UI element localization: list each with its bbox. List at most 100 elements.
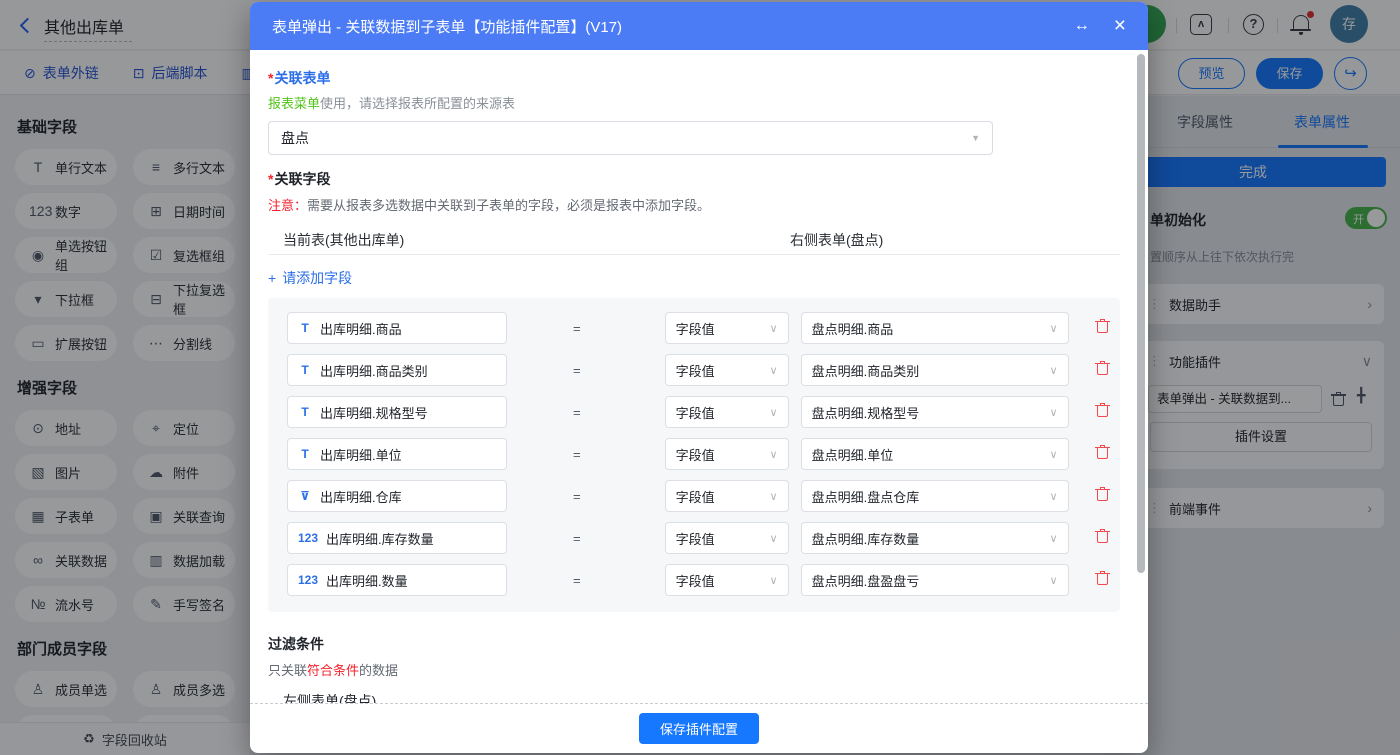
field-type-icon: 123 xyxy=(298,531,318,545)
right-field-select[interactable]: 盘点明细.单位 ∨ xyxy=(801,438,1069,470)
field-type-icon: 123 xyxy=(298,573,318,587)
equals-sign: = xyxy=(573,405,581,420)
related-fields-note: 注意：需要从报表多选数据中关联到子表单的字段，必须是报表中添加字段。 xyxy=(268,195,1120,214)
chevron-icon: ∨ xyxy=(1050,490,1058,503)
field-mapping-list: T 出库明细.商品 = 字段值 ∨ 盘点明细.商品 ∨ T xyxy=(268,298,1120,612)
field-mapping-row: 123 出库明细.数量 = 字段值 ∨ 盘点明细.盘盈盘亏 ∨ xyxy=(287,564,1120,596)
left-field-value: 出库明细.规格型号 xyxy=(320,403,428,422)
add-field-link[interactable]: + 请添加字段 xyxy=(268,268,352,288)
chevron-icon: ∨ xyxy=(770,448,778,461)
required-mark: * xyxy=(268,70,273,86)
right-field-select[interactable]: 盘点明细.库存数量 ∨ xyxy=(801,522,1069,554)
left-field-input[interactable]: ⊽ 出库明细.仓库 xyxy=(287,480,507,512)
right-field-value: 盘点明细.盘盈盘亏 xyxy=(812,571,920,590)
left-field-input[interactable]: T 出库明细.单位 xyxy=(287,438,507,470)
right-field-select[interactable]: 盘点明细.商品 ∨ xyxy=(801,312,1069,344)
field-mapping-row: T 出库明细.规格型号 = 字段值 ∨ 盘点明细.规格型号 ∨ xyxy=(287,396,1120,428)
field-type-icon: T xyxy=(298,321,312,335)
plus-icon: + xyxy=(268,270,276,286)
left-field-input[interactable]: T 出库明细.商品类别 xyxy=(287,354,507,386)
left-field-input[interactable]: 123 出库明细.库存数量 xyxy=(287,522,507,554)
right-field-select[interactable]: 盘点明细.盘点仓库 ∨ xyxy=(801,480,1069,512)
close-icon[interactable]: × xyxy=(1114,16,1126,36)
right-field-select[interactable]: 盘点明细.规格型号 ∨ xyxy=(801,396,1069,428)
right-field-value: 盘点明细.单位 xyxy=(812,445,894,464)
value-type-value: 字段值 xyxy=(676,361,715,380)
equals-sign: = xyxy=(573,531,581,546)
delete-row-icon[interactable] xyxy=(1096,571,1109,590)
delete-row-icon[interactable] xyxy=(1096,361,1109,380)
value-type-select[interactable]: 字段值 ∨ xyxy=(665,312,789,344)
column-left-header: 当前表(其他出库单) xyxy=(283,230,404,250)
plugin-config-modal: 表单弹出 - 关联数据到子表单【功能插件配置】(V17) ↔ × *关联表单 报… xyxy=(250,2,1148,753)
chevron-icon: ∨ xyxy=(1050,322,1058,335)
modal-header: 表单弹出 - 关联数据到子表单【功能插件配置】(V17) ↔ × xyxy=(250,2,1148,50)
field-type-icon: ⊽ xyxy=(298,489,312,503)
chevron-icon: ∨ xyxy=(770,364,778,377)
column-right-header: 右侧表单(盘点) xyxy=(790,230,883,250)
chevron-icon: ∨ xyxy=(1050,406,1058,419)
delete-row-icon[interactable] xyxy=(1096,487,1109,506)
source-form-select[interactable]: 盘点 ▼ xyxy=(268,121,993,155)
field-type-icon: T xyxy=(298,405,312,419)
chevron-icon: ∨ xyxy=(770,532,778,545)
chevron-icon: ∨ xyxy=(770,406,778,419)
mapping-column-headers: 当前表(其他出库单) 右侧表单(盘点) xyxy=(268,230,1120,247)
right-field-select[interactable]: 盘点明细.商品类别 ∨ xyxy=(801,354,1069,386)
right-field-value: 盘点明细.商品类别 xyxy=(812,361,920,380)
related-form-hint: 报表菜单使用，请选择报表所配置的来源表 xyxy=(268,93,1120,112)
delete-row-icon[interactable] xyxy=(1096,403,1109,422)
value-type-value: 字段值 xyxy=(676,403,715,422)
value-type-select[interactable]: 字段值 ∨ xyxy=(665,522,789,554)
modal-scrollbar-thumb[interactable] xyxy=(1137,54,1145,573)
delete-row-icon[interactable] xyxy=(1096,445,1109,464)
filter-condition-desc: 只关联符合条件的数据 xyxy=(268,660,1120,679)
chevron-icon: ∨ xyxy=(1050,448,1058,461)
left-field-input[interactable]: 123 出库明细.数量 xyxy=(287,564,507,596)
field-mapping-row: T 出库明细.商品类别 = 字段值 ∨ 盘点明细.商品类别 ∨ xyxy=(287,354,1120,386)
equals-sign: = xyxy=(573,573,581,588)
related-form-label: *关联表单 xyxy=(268,68,1120,88)
form-designer-page: 其他出库单 ʌ ? 存 ⊘ 表单外链 ⊡ 后端脚本 ▥ 预览 保存 xyxy=(0,0,1400,755)
left-field-value: 出库明细.仓库 xyxy=(320,487,402,506)
equals-sign: = xyxy=(573,489,581,504)
value-type-select[interactable]: 字段值 ∨ xyxy=(665,480,789,512)
equals-sign: = xyxy=(573,321,581,336)
delete-row-icon[interactable] xyxy=(1096,319,1109,338)
filter-condition-link[interactable]: 符合条件 xyxy=(307,663,359,678)
value-type-select[interactable]: 字段值 ∨ xyxy=(665,438,789,470)
value-type-value: 字段值 xyxy=(676,319,715,338)
save-plugin-config-button[interactable]: 保存插件配置 xyxy=(639,713,759,744)
hint-rest-text: 使用，请选择报表所配置的来源表 xyxy=(320,96,515,111)
left-field-value: 出库明细.商品 xyxy=(320,319,402,338)
right-field-value: 盘点明细.商品 xyxy=(812,319,894,338)
filter-pre: 只关联 xyxy=(268,663,307,678)
left-field-input[interactable]: T 出库明细.商品 xyxy=(287,312,507,344)
value-type-value: 字段值 xyxy=(676,571,715,590)
expand-icon[interactable]: ↔ xyxy=(1074,17,1090,35)
right-field-value: 盘点明细.规格型号 xyxy=(812,403,920,422)
modal-body: *关联表单 报表菜单使用，请选择报表所配置的来源表 盘点 ▼ *关联字段 注意：… xyxy=(250,50,1148,703)
modal-title: 表单弹出 - 关联数据到子表单【功能插件配置】(V17) xyxy=(272,16,1074,37)
chevron-icon: ∨ xyxy=(770,574,778,587)
left-field-value: 出库明细.库存数量 xyxy=(326,529,434,548)
left-field-input[interactable]: T 出库明细.规格型号 xyxy=(287,396,507,428)
right-field-select[interactable]: 盘点明细.盘盈盘亏 ∨ xyxy=(801,564,1069,596)
field-type-icon: T xyxy=(298,447,312,461)
value-type-select[interactable]: 字段值 ∨ xyxy=(665,564,789,596)
delete-row-icon[interactable] xyxy=(1096,529,1109,548)
field-mapping-row: 123 出库明细.库存数量 = 字段值 ∨ 盘点明细.库存数量 ∨ xyxy=(287,522,1120,554)
equals-sign: = xyxy=(573,447,581,462)
equals-sign: = xyxy=(573,363,581,378)
value-type-select[interactable]: 字段值 ∨ xyxy=(665,354,789,386)
chevron-icon: ∨ xyxy=(1050,532,1058,545)
related-fields-label: *关联字段 xyxy=(268,169,1120,189)
chevron-icon: ∨ xyxy=(770,322,778,335)
value-type-select[interactable]: 字段值 ∨ xyxy=(665,396,789,428)
filter-post: 的数据 xyxy=(359,663,398,678)
divider xyxy=(268,254,1120,255)
chevron-icon: ∨ xyxy=(770,490,778,503)
field-mapping-row: ⊽ 出库明细.仓库 = 字段值 ∨ 盘点明细.盘点仓库 ∨ xyxy=(287,480,1120,512)
field-mapping-row: T 出库明细.商品 = 字段值 ∨ 盘点明细.商品 ∨ xyxy=(287,312,1120,344)
modal-footer: 保存插件配置 xyxy=(250,703,1148,753)
